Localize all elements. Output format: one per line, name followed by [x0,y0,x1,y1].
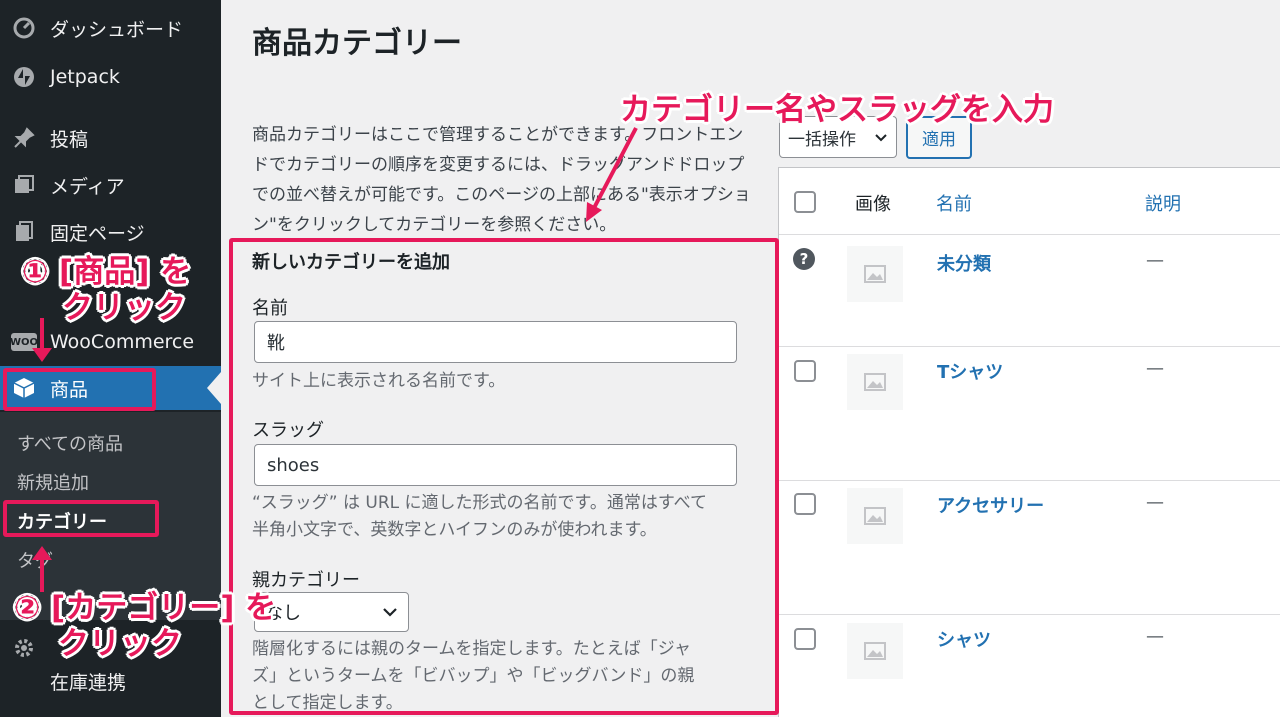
annotation-input-instruction: カテゴリー名やスラッグを入力 [620,92,1054,128]
annotation-step1-line2: クリック [62,290,186,326]
annotation-step1-line1: ① [商品] を [22,254,192,290]
annotation-step2-line2: クリック [58,626,182,662]
annotation-step2-line1: ② [カテゴリー] を [14,590,277,626]
